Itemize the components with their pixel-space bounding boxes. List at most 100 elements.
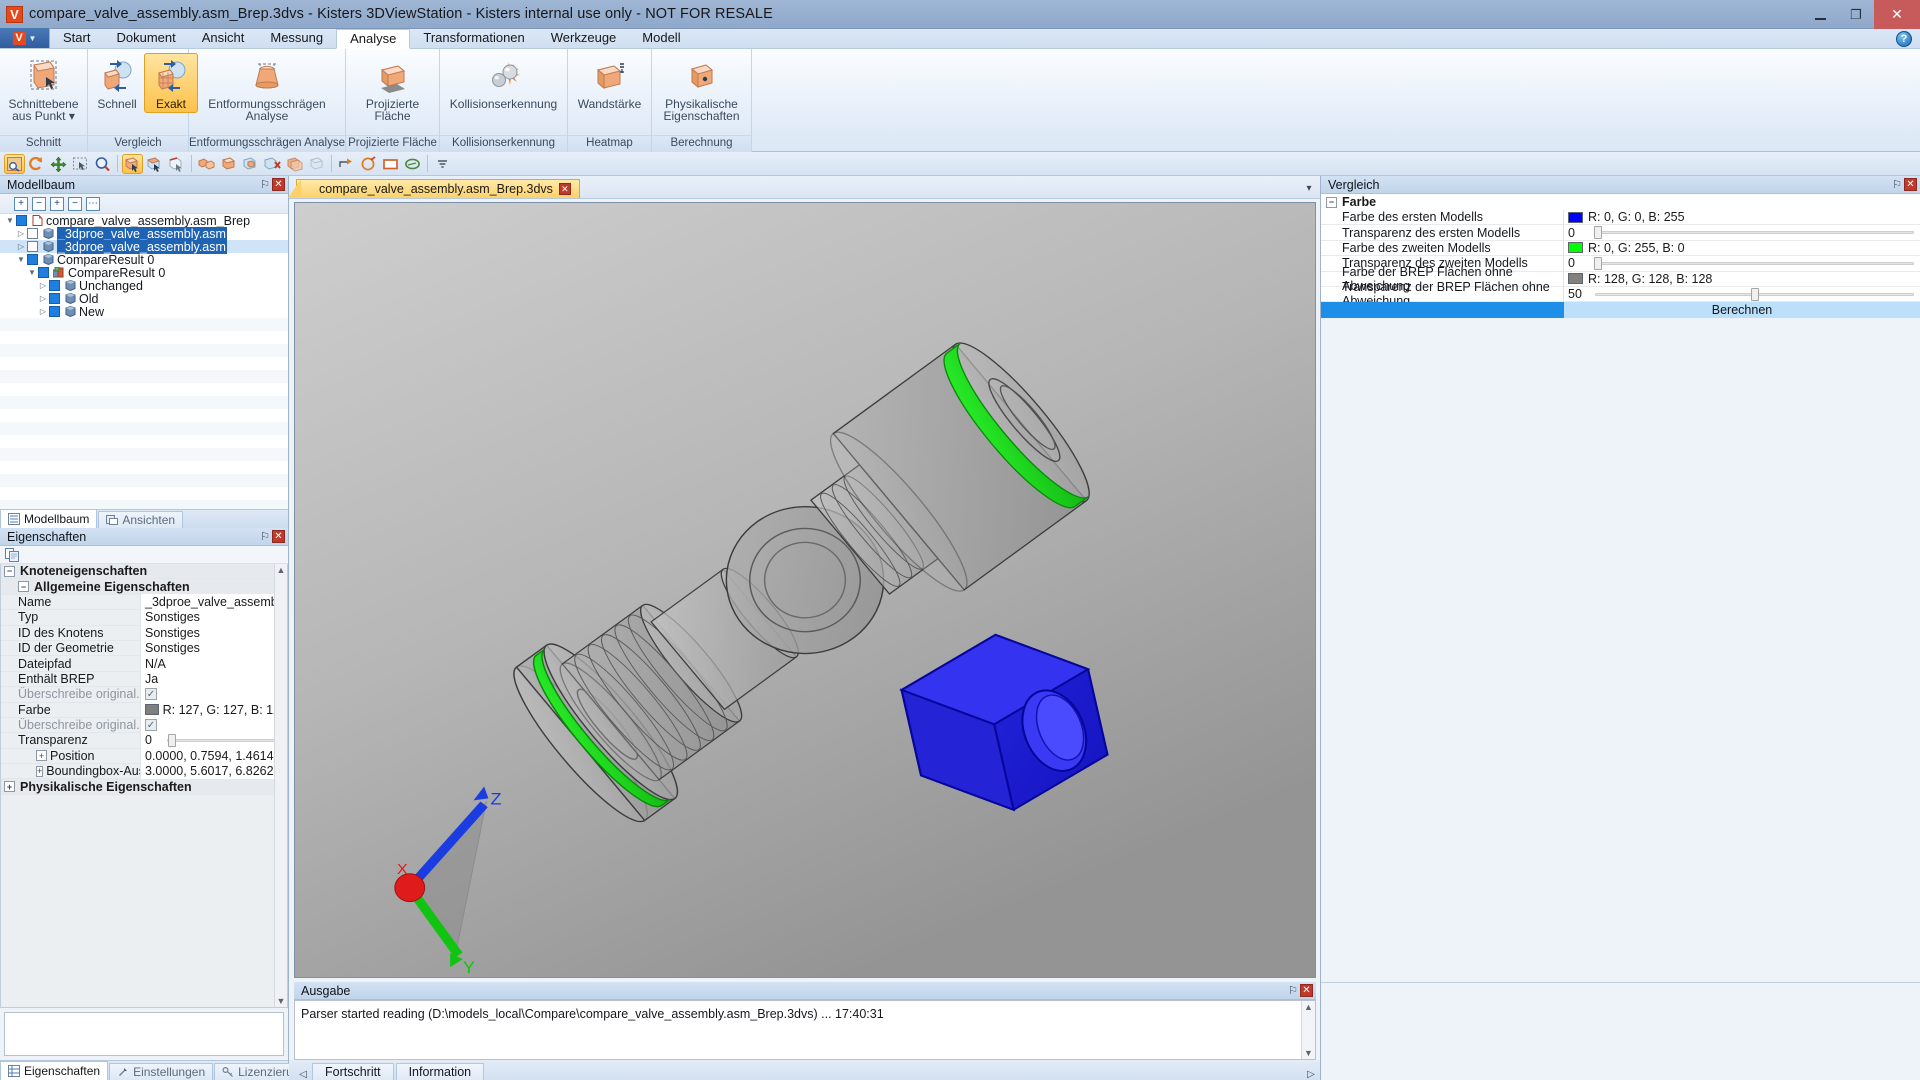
close-icon[interactable]: ✕ — [272, 178, 285, 191]
transparent-icon[interactable] — [306, 154, 327, 174]
tab-messung[interactable]: Messung — [257, 28, 336, 48]
property-row[interactable]: − Knoteneigenschaften — [1, 564, 287, 580]
scroll-down-arrow[interactable]: ▼ — [1304, 1048, 1313, 1058]
properties-scrollbar[interactable]: ▲ ▼ — [274, 564, 287, 1007]
tree-expander[interactable]: ▷ — [37, 294, 49, 303]
property-checkbox[interactable]: ✓ — [145, 688, 157, 701]
model-tree-body[interactable]: ▼ compare_valve_assembly.asm_Brep ▷ _3dproe… — [0, 214, 288, 509]
rotate-icon[interactable] — [26, 154, 47, 174]
tree-node-7[interactable]: ▷ New — [0, 305, 288, 319]
property-value-cell[interactable]: R: 127, G: 127, B: 127 — [140, 702, 287, 718]
maximize-button[interactable] — [1838, 0, 1874, 29]
tree-visibility-checkbox[interactable] — [38, 267, 49, 278]
minimize-button[interactable] — [1802, 0, 1838, 29]
physical-properties-button[interactable]: Physikalische Eigenschaften — [654, 53, 749, 125]
close-icon[interactable]: ✕ — [1300, 984, 1313, 997]
tab-information[interactable]: Information — [395, 1063, 485, 1080]
compare-setting-value[interactable]: R: 0, G: 0, B: 255 — [1564, 210, 1920, 226]
compare-setting-value[interactable]: R: 128, G: 128, B: 128 — [1564, 272, 1920, 287]
hide-icon[interactable] — [262, 154, 283, 174]
pin-icon[interactable]: ⚐ — [1286, 984, 1300, 998]
rectangle-icon[interactable] — [380, 154, 401, 174]
compare-fast-button[interactable]: Schnell — [90, 53, 144, 113]
wall-thickness-button[interactable]: Wandstärke — [570, 53, 649, 113]
color-swatch[interactable] — [1568, 242, 1583, 254]
property-value-cell[interactable]: Sonstiges — [140, 625, 287, 641]
tree-node-1[interactable]: ▷ _3dproe_valve_assembly.asm — [0, 226, 288, 241]
select-face-icon[interactable] — [144, 154, 165, 174]
fit-tree-button[interactable]: ⋯ — [86, 196, 100, 211]
draft-angle-analysis-button[interactable]: Entformungsschrägen Analyse — [192, 53, 342, 125]
compare-setting-row[interactable]: Transparenz des ersten Modells 0 — [1321, 225, 1920, 241]
property-row[interactable]: +Boundingbox-Aus... 3.0000, 5.6017, 6.826… — [1, 763, 287, 780]
tree-node-2[interactable]: ▷ _3dproe_valve_assembly.asm — [0, 239, 288, 254]
tab-start[interactable]: Start — [50, 28, 103, 48]
property-row[interactable]: + Physikalische Eigenschaften — [1, 779, 287, 795]
tree-expander[interactable]: ▷ — [15, 242, 27, 251]
tree-visibility-checkbox[interactable] — [27, 228, 38, 239]
zoom-window-icon[interactable] — [4, 153, 25, 174]
property-row[interactable]: Enthält BREP Ja — [1, 671, 287, 688]
tree-expander[interactable]: ▷ — [37, 281, 49, 290]
tree-visibility-checkbox[interactable] — [49, 306, 60, 317]
tab-einstellungen[interactable]: Einstellungen — [109, 1063, 214, 1080]
property-expander[interactable]: + — [36, 750, 47, 762]
compare-slider[interactable] — [1594, 226, 1914, 240]
property-value-cell[interactable]: N/A — [140, 655, 287, 672]
tree-visibility-checkbox[interactable] — [27, 254, 38, 265]
pin-icon[interactable]: ⚐ — [258, 178, 272, 192]
scroll-down-arrow[interactable]: ▼ — [277, 996, 286, 1006]
property-expander[interactable]: − — [4, 565, 15, 577]
compare-setting-row[interactable]: Farbe des ersten Modells R: 0, G: 0, B: 2… — [1321, 210, 1920, 226]
compare-setting-value[interactable]: R: 0, G: 255, B: 0 — [1564, 241, 1920, 257]
tree-node-6[interactable]: ▷ Old — [0, 292, 288, 306]
color-swatch[interactable] — [1568, 211, 1583, 223]
tree-visibility-checkbox[interactable] — [49, 293, 60, 304]
collapse-expander[interactable]: − — [1326, 196, 1337, 208]
property-slider[interactable] — [167, 733, 281, 747]
property-row[interactable]: Transparenz 0 — [1, 732, 287, 749]
pin-icon[interactable]: ⚐ — [258, 530, 272, 544]
tree-node-3[interactable]: ▼ CompareResult 0 — [0, 253, 288, 267]
application-menu-button[interactable]: V ▼ — [0, 28, 50, 48]
compare-setting-value[interactable]: 50 — [1564, 287, 1920, 303]
tab-modell[interactable]: Modell — [629, 28, 693, 48]
property-row[interactable]: Überschreibe original... ✓ — [1, 717, 287, 734]
property-row[interactable]: ID der Geometrie Sonstiges — [1, 640, 287, 657]
tree-visibility-checkbox[interactable] — [16, 215, 27, 226]
compare-setting-row[interactable]: Farbe des zweiten Modells R: 0, G: 255, B… — [1321, 240, 1920, 257]
property-expander[interactable]: + — [36, 765, 44, 777]
collapse-all-button[interactable]: − — [32, 196, 46, 211]
ellipse-icon[interactable] — [402, 154, 423, 174]
tab-fortschritt[interactable]: Fortschritt — [312, 1063, 394, 1080]
collapse-node-button[interactable]: − — [68, 196, 82, 211]
document-tab[interactable]: compare_valve_assembly.asm_Brep.3dvs ✕ — [288, 179, 580, 198]
tree-expander[interactable]: ▷ — [15, 229, 27, 238]
compare-group-farbe[interactable]: − Farbe — [1321, 194, 1920, 210]
expand-all-button[interactable]: + — [14, 196, 28, 211]
show-all-icon[interactable] — [218, 154, 239, 174]
output-tab-scroll-right[interactable]: ▷ — [1302, 1069, 1320, 1080]
property-value-cell[interactable]: Sonstiges — [140, 640, 287, 656]
tab-ansichten[interactable]: Ansichten — [98, 511, 184, 528]
isolate-icon[interactable] — [240, 154, 261, 174]
zoom-icon[interactable] — [92, 154, 113, 174]
calculate-button[interactable]: Berechnen — [1564, 302, 1920, 318]
tree-expander[interactable]: ▼ — [15, 255, 27, 264]
section-plane-from-point-button[interactable]: Schnittebene aus Punkt ▾ — [2, 53, 85, 125]
measure-icon[interactable] — [336, 154, 357, 174]
tab-ansicht[interactable]: Ansicht — [189, 28, 258, 48]
close-button[interactable] — [1874, 0, 1920, 29]
property-value-cell[interactable]: 0.0000, 0.7594, 1.4614 — [140, 748, 287, 764]
tree-expander[interactable]: ▼ — [26, 268, 38, 277]
property-value-cell[interactable]: _3dproe_valve_assembly.... — [140, 594, 287, 610]
tab-modellbaum[interactable]: Modellbaum — [0, 509, 98, 528]
color-swatch[interactable] — [145, 704, 159, 716]
tree-visibility-checkbox[interactable] — [27, 241, 38, 252]
close-icon[interactable]: ✕ — [1904, 178, 1917, 191]
output-scrollbar[interactable]: ▲ ▼ — [1301, 1001, 1315, 1059]
tab-dokument[interactable]: Dokument — [103, 28, 188, 48]
3d-viewport[interactable]: Z Y X — [294, 202, 1316, 978]
explode-icon[interactable] — [196, 154, 217, 174]
expand-node-button[interactable]: + — [50, 196, 64, 211]
